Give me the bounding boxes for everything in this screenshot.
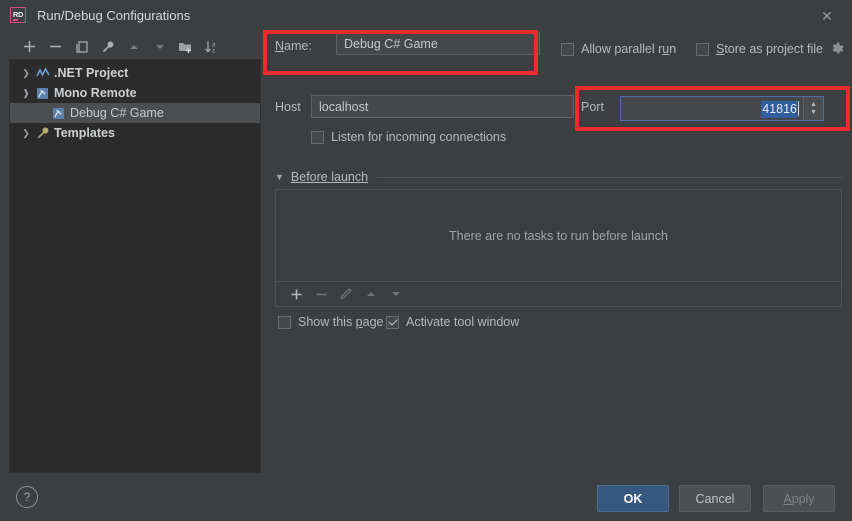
apply-button-rest: pply (791, 491, 815, 506)
before-launch-tasks-list[interactable]: There are no tasks to run before launch (275, 189, 842, 282)
name-row: Name: (275, 39, 312, 53)
tree-item-label: Templates (54, 126, 115, 140)
gear-icon[interactable] (830, 42, 844, 56)
configurations-toolbar: az (9, 34, 261, 59)
port-label: Port (581, 100, 604, 114)
move-up-button[interactable] (122, 36, 145, 58)
tree-item-label: .NET Project (54, 66, 129, 80)
store-as-project-file-checkbox[interactable]: Store as project file (696, 42, 844, 56)
host-input[interactable]: localhost (311, 95, 574, 118)
before-launch-empty-text: There are no tasks to run before launch (449, 228, 668, 243)
store-as-project-file-label: Store as project file (716, 42, 824, 56)
show-this-page-label: Show this page (298, 315, 384, 329)
port-input[interactable]: 41816 ▲ ▼ (620, 96, 824, 121)
port-spinner-buttons[interactable]: ▲ ▼ (803, 97, 823, 120)
before-launch-label: Before launch (290, 170, 369, 184)
name-label-rest: ame: (284, 39, 312, 53)
edit-task-button[interactable] (335, 284, 357, 304)
tree-item-debug-csharp-game[interactable]: Debug C# Game (10, 103, 260, 123)
remove-configuration-button[interactable] (44, 36, 67, 58)
chevron-down-icon[interactable]: ❱ (18, 88, 34, 99)
host-label: Host (275, 100, 301, 114)
activate-tool-window-box[interactable] (386, 315, 399, 329)
listen-incoming-connections-checkbox[interactable]: Listen for incoming connections (311, 130, 506, 144)
cancel-button[interactable]: Cancel (679, 485, 751, 512)
svg-text:z: z (212, 48, 215, 54)
apply-button-mnemonic: A (783, 491, 792, 506)
port-row: Port 41816 ▲ ▼ (581, 93, 841, 125)
add-task-button[interactable] (285, 284, 307, 304)
allow-parallel-run-label: Allow parallel run (581, 42, 677, 56)
move-down-button[interactable] (148, 36, 171, 58)
task-move-up-button[interactable] (360, 284, 382, 304)
mono-remote-icon (34, 87, 51, 100)
copy-configuration-button[interactable] (70, 36, 93, 58)
host-row: Host (275, 100, 301, 114)
help-button[interactable]: ? (16, 486, 38, 508)
dotnet-project-icon (34, 67, 51, 79)
name-input-value: Debug C# Game (344, 36, 438, 51)
listen-incoming-connections-box[interactable] (311, 130, 324, 144)
wrench-icon (34, 126, 51, 140)
tree-item-mono-remote[interactable]: ❱ Mono Remote (10, 83, 260, 103)
show-this-page-mnemonic: p (355, 315, 363, 329)
chevron-right-icon[interactable]: ❯ (18, 128, 34, 139)
allow-parallel-run-mnemonic: u (662, 42, 670, 56)
activate-tool-window-label: Activate tool window (406, 315, 520, 329)
tree-item-templates[interactable]: ❯ Templates (10, 123, 260, 143)
configuration-form: Name: Debug C# Game Allow parallel run S… (266, 0, 852, 521)
store-as-project-file-mnemonic: S (716, 42, 725, 56)
tree-list: ❯ .NET Project ❱ Mono Remote Debug C# Ga… (10, 60, 260, 143)
add-configuration-button[interactable] (18, 36, 41, 58)
store-as-project-file-box[interactable] (696, 42, 709, 56)
allow-parallel-run-checkbox[interactable]: Allow parallel run (561, 42, 676, 56)
spinner-up-icon[interactable]: ▲ (810, 101, 817, 108)
before-launch-section-header[interactable]: ▼ Before launch (275, 170, 842, 184)
host-input-value: localhost (319, 99, 369, 114)
show-this-page-box[interactable] (278, 315, 291, 329)
port-input-value-wrap: 41816 (621, 100, 798, 118)
new-folder-button[interactable] (174, 36, 197, 58)
listen-incoming-connections-label: Listen for incoming connections (331, 130, 507, 144)
tree-item-label: Mono Remote (54, 86, 137, 100)
port-input-value: 41816 (761, 100, 797, 118)
name-input[interactable]: Debug C# Game (336, 32, 540, 55)
chevron-right-icon[interactable]: ❯ (18, 68, 34, 79)
activate-tool-window-checkbox[interactable]: Activate tool window (386, 315, 519, 329)
text-caret (798, 101, 799, 116)
tree-item-dotnet-project[interactable]: ❯ .NET Project (10, 63, 260, 83)
ok-button[interactable]: OK (597, 485, 669, 512)
configurations-tree[interactable]: ❯ .NET Project ❱ Mono Remote Debug C# Ga… (9, 59, 261, 473)
before-launch-toolbar (275, 282, 842, 307)
mono-remote-icon (50, 107, 67, 120)
name-label: Name: (275, 39, 312, 53)
name-label-mnemonic: N (275, 39, 285, 53)
task-move-down-button[interactable] (385, 284, 407, 304)
tree-item-label: Debug C# Game (70, 106, 164, 120)
apply-button[interactable]: Apply (763, 485, 835, 512)
section-divider (377, 176, 842, 178)
app-icon-text: RD (12, 10, 24, 20)
spinner-down-icon[interactable]: ▼ (810, 109, 817, 116)
run-debug-configurations-dialog: RD Run/Debug Configurations ✕ az ❯ .NET … (0, 0, 852, 521)
show-this-page-checkbox[interactable]: Show this page (278, 315, 383, 329)
sort-configurations-button[interactable]: az (200, 36, 223, 58)
edit-templates-button[interactable] (96, 36, 119, 58)
window-title: Run/Debug Configurations (37, 7, 191, 23)
rider-app-icon: RD (10, 7, 26, 23)
triangle-down-icon[interactable]: ▼ (275, 172, 284, 182)
allow-parallel-run-box[interactable] (561, 42, 574, 56)
remove-task-button[interactable] (310, 284, 332, 304)
